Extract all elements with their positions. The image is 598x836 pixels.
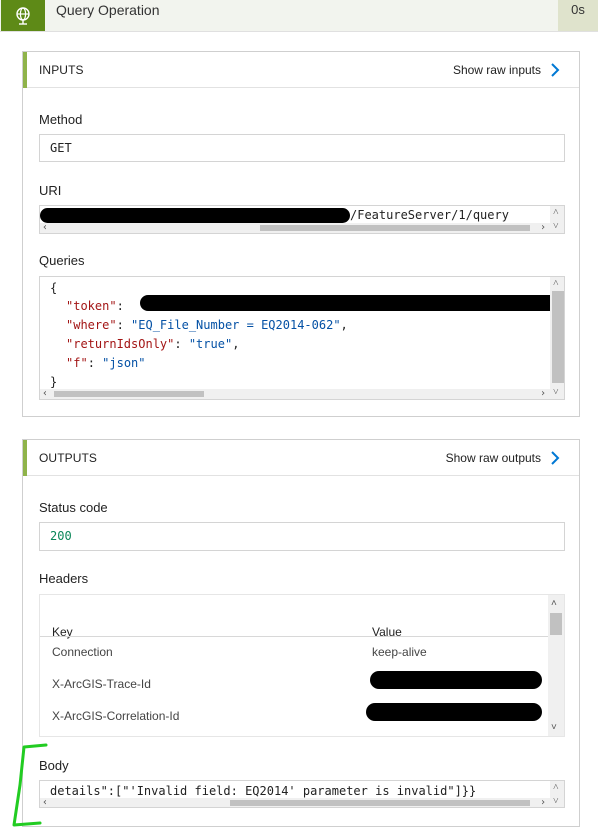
inputs-panel: INPUTS Show raw inputs Method GET URI /F…: [22, 51, 580, 417]
queries-vertical-scrollbar[interactable]: ˄ ˅: [550, 277, 564, 399]
section-accent-bar: [23, 440, 27, 476]
show-raw-inputs-label: Show raw inputs: [452, 63, 541, 77]
inputs-panel-header: INPUTS Show raw inputs: [23, 52, 579, 88]
body-horizontal-scrollbar[interactable]: ‹ ›: [40, 798, 550, 808]
scroll-up-arrow-icon[interactable]: ˄: [553, 208, 559, 218]
body-value: details":["'Invalid field: EQ2014' param…: [50, 784, 477, 798]
json-line: "where": "EQ_File_Number = EQ2014-062",: [66, 318, 348, 332]
status-code-field[interactable]: 200: [39, 522, 565, 551]
scrollbar-thumb[interactable]: [230, 800, 530, 806]
json-value: "EQ_File_Number = EQ2014-062": [131, 318, 341, 332]
outputs-panel: OUTPUTS Show raw outputs Status code 200…: [22, 439, 580, 827]
redaction-mark: [370, 671, 542, 689]
headers-vertical-scrollbar[interactable]: ˄ ˅: [548, 595, 564, 736]
body-field[interactable]: details":["'Invalid field: EQ2014' param…: [39, 780, 565, 808]
header-key: Connection: [52, 645, 113, 659]
section-accent-bar: [23, 52, 27, 88]
table-header-divider: [40, 636, 550, 637]
scroll-right-arrow-icon[interactable]: ›: [540, 223, 546, 233]
json-line: "returnIdsOnly": "true",: [66, 337, 240, 351]
scroll-right-arrow-icon[interactable]: ›: [540, 389, 546, 399]
scrollbar-thumb[interactable]: [260, 225, 530, 231]
uri-field[interactable]: /FeatureServer/1/query ‹ › ˄ ˅: [39, 205, 565, 234]
inputs-title: INPUTS: [39, 63, 84, 77]
action-header[interactable]: Query Operation 0s: [0, 0, 598, 32]
scrollbar-thumb[interactable]: [54, 391, 204, 397]
annotation-bracket: [12, 743, 48, 827]
show-raw-inputs-link[interactable]: Show raw inputs: [453, 52, 563, 88]
globe-icon: [1, 0, 45, 32]
json-line: "f": "json": [66, 356, 146, 370]
json-line: "token":: [66, 299, 132, 313]
header-divider: [0, 31, 598, 32]
action-title: Query Operation: [56, 2, 160, 18]
json-key: "f": [66, 356, 88, 370]
json-value: "true": [188, 337, 233, 351]
outputs-title: OUTPUTS: [39, 451, 98, 465]
redaction-mark: [366, 703, 542, 721]
chevron-right-icon: [551, 63, 560, 77]
status-code-label: Status code: [39, 500, 108, 515]
uri-value: /FeatureServer/1/query: [350, 208, 509, 222]
scrollbar-thumb[interactable]: [550, 613, 562, 635]
uri-label: URI: [39, 183, 62, 198]
redaction-mark: [40, 208, 350, 223]
header-key: X-ArcGIS-Trace-Id: [52, 677, 151, 691]
method-field[interactable]: GET: [39, 134, 565, 162]
outputs-panel-header: OUTPUTS Show raw outputs: [23, 440, 579, 476]
json-open-brace: {: [50, 281, 58, 295]
scroll-up-arrow-icon[interactable]: ˄: [553, 783, 559, 793]
json-key: "where": [66, 318, 117, 332]
chevron-right-icon: [551, 451, 560, 465]
redaction-mark: [140, 295, 564, 311]
json-key: "token": [66, 299, 117, 313]
header-key: X-ArcGIS-Correlation-Id: [52, 709, 180, 723]
body-vertical-scrollbar[interactable]: ˄ ˅: [550, 781, 564, 807]
queries-field[interactable]: { "token": "where": "EQ_File_Number = EQ…: [39, 276, 565, 400]
scroll-down-arrow-icon[interactable]: ˅: [553, 388, 559, 398]
scrollbar-thumb[interactable]: [552, 291, 564, 383]
scroll-right-arrow-icon[interactable]: ›: [540, 798, 546, 808]
uri-horizontal-scrollbar[interactable]: ‹ ›: [40, 223, 550, 233]
headers-table: Key Value Connection keep-alive X-ArcGIS…: [39, 594, 565, 737]
scroll-up-arrow-icon[interactable]: ˄: [551, 599, 557, 609]
show-raw-outputs-link[interactable]: Show raw outputs: [446, 440, 563, 476]
duration-badge: 0s: [558, 0, 598, 32]
scroll-left-arrow-icon[interactable]: ‹: [42, 389, 48, 399]
scroll-up-arrow-icon[interactable]: ˄: [553, 279, 559, 289]
method-label: Method: [39, 112, 83, 127]
json-close-brace: }: [50, 375, 58, 389]
json-value: "json": [102, 356, 146, 370]
scroll-down-arrow-icon[interactable]: ˅: [553, 797, 559, 807]
queries-label: Queries: [39, 253, 85, 268]
scroll-left-arrow-icon[interactable]: ‹: [42, 223, 48, 233]
show-raw-outputs-label: Show raw outputs: [445, 451, 541, 465]
json-key: "returnIdsOnly": [66, 337, 175, 351]
headers-label: Headers: [39, 571, 89, 586]
scroll-down-arrow-icon[interactable]: ˅: [551, 723, 557, 733]
header-value: keep-alive: [372, 645, 427, 659]
scroll-down-arrow-icon[interactable]: ˅: [553, 222, 559, 232]
queries-horizontal-scrollbar[interactable]: ‹ ›: [40, 389, 550, 399]
method-value: GET: [50, 141, 72, 155]
status-code-value: 200: [50, 529, 72, 543]
uri-vertical-scrollbar[interactable]: ˄ ˅: [550, 206, 564, 233]
